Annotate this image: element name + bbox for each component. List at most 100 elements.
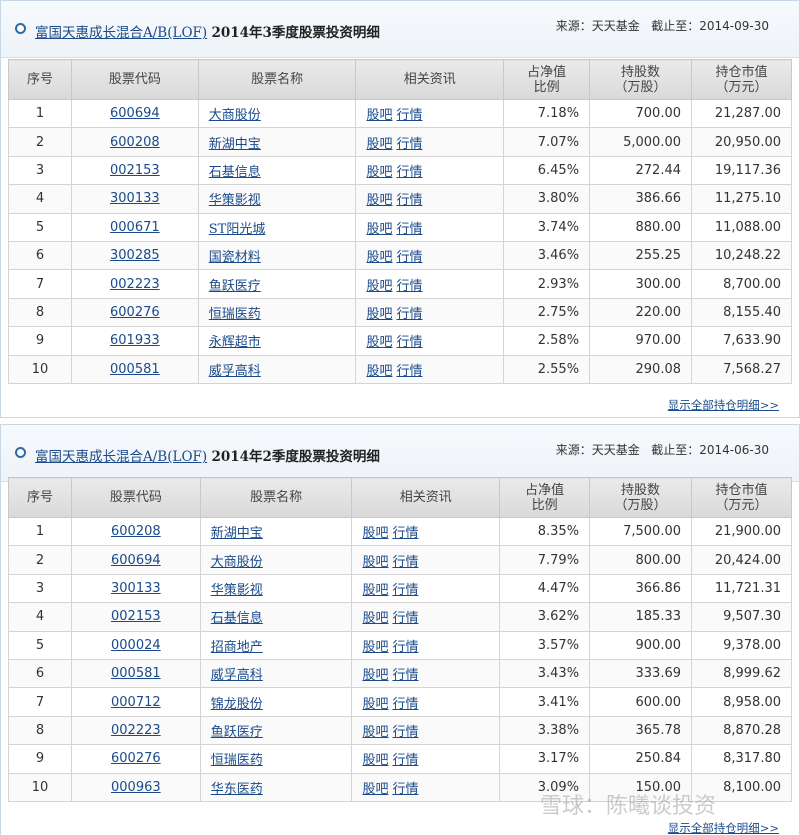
row-index: 8 (8, 715, 72, 746)
quote-link[interactable]: 行情 (396, 137, 422, 152)
col-ratio: 占净值 比例 (499, 477, 591, 518)
shares-held: 900.00 (589, 630, 692, 660)
quote-link[interactable]: 行情 (396, 108, 422, 123)
stock-code-cell: 000581 (70, 354, 199, 384)
stock-name-link[interactable]: 华策影视 (209, 193, 261, 208)
quote-link[interactable]: 行情 (392, 555, 418, 570)
forum-link[interactable]: 股吧 (366, 193, 392, 208)
panel-header: 富国天惠成长混合A/B(LOF) 2014年2季度股票投资明细 来源：天天基金 … (1, 425, 799, 482)
stock-code-link[interactable]: 601933 (110, 333, 160, 348)
forum-link[interactable]: 股吧 (366, 108, 392, 123)
stock-code-link[interactable]: 002223 (110, 277, 160, 292)
forum-link[interactable]: 股吧 (366, 364, 392, 379)
stock-code-link[interactable]: 300285 (110, 248, 160, 263)
stock-name-link[interactable]: ST阳光城 (209, 222, 266, 237)
stock-code-link[interactable]: 000024 (111, 638, 161, 653)
panel-title: 富国天惠成长混合A/B(LOF) 2014年3季度股票投资明细 (35, 21, 380, 41)
forum-link[interactable]: 股吧 (362, 725, 388, 740)
stock-name-cell: 石基信息 (197, 155, 357, 186)
stock-name-link[interactable]: 石基信息 (211, 611, 263, 626)
stock-code-link[interactable]: 002153 (110, 163, 160, 178)
quote-link[interactable]: 行情 (392, 668, 418, 683)
fund-name-link[interactable]: 富国天惠成长混合A/B(LOF) (35, 25, 207, 41)
show-all-holdings-link[interactable]: 显示全部持仓明细>> (668, 820, 779, 836)
stock-code-link[interactable]: 000581 (111, 666, 161, 681)
shares-held: 220.00 (589, 297, 692, 328)
quote-link[interactable]: 行情 (392, 753, 418, 768)
quote-link[interactable]: 行情 (396, 250, 422, 265)
quote-link[interactable]: 行情 (392, 725, 418, 740)
stock-code-link[interactable]: 600276 (111, 751, 161, 766)
quote-link[interactable]: 行情 (396, 222, 422, 237)
holdings-panel-q3: 富国天惠成长混合A/B(LOF) 2014年3季度股票投资明细 来源：天天基金 … (0, 0, 800, 418)
col-value-line2: （万元） (715, 497, 768, 513)
stock-code-link[interactable]: 600276 (110, 305, 160, 320)
source-value: 天天基金 (591, 19, 640, 33)
forum-link[interactable]: 股吧 (366, 307, 392, 322)
quote-link[interactable]: 行情 (392, 697, 418, 712)
stock-name-link[interactable]: 石基信息 (209, 165, 261, 180)
stock-name-link[interactable]: 新湖中宝 (209, 137, 261, 152)
forum-link[interactable]: 股吧 (362, 583, 388, 598)
stock-code-cell: 300285 (70, 240, 199, 271)
stock-code-link[interactable]: 300133 (110, 191, 160, 206)
net-value-ratio: 8.35% (499, 516, 591, 547)
stock-code-link[interactable]: 300133 (111, 581, 161, 596)
forum-link[interactable]: 股吧 (366, 335, 392, 350)
forum-link[interactable]: 股吧 (362, 753, 388, 768)
quote-link[interactable]: 行情 (392, 782, 418, 797)
stock-code-link[interactable]: 600694 (110, 106, 160, 121)
quote-link[interactable]: 行情 (392, 640, 418, 655)
forum-link[interactable]: 股吧 (362, 668, 388, 683)
quote-link[interactable]: 行情 (396, 279, 422, 294)
forum-link[interactable]: 股吧 (366, 165, 392, 180)
stock-name-link[interactable]: 国瓷材料 (209, 250, 261, 265)
stock-name-link[interactable]: 永辉超市 (209, 335, 261, 350)
stock-name-link[interactable]: 鱼跃医疗 (209, 279, 261, 294)
stock-code-link[interactable]: 000671 (110, 220, 160, 235)
stock-name-link[interactable]: 招商地产 (211, 640, 263, 655)
stock-name-link[interactable]: 新湖中宝 (211, 526, 263, 541)
quote-link[interactable]: 行情 (396, 307, 422, 322)
stock-code-link[interactable]: 002153 (111, 609, 161, 624)
stock-code-link[interactable]: 600208 (110, 135, 160, 150)
stock-code-link[interactable]: 600694 (111, 553, 161, 568)
stock-name-link[interactable]: 大商股份 (211, 555, 263, 570)
forum-link[interactable]: 股吧 (362, 697, 388, 712)
stock-code-link[interactable]: 600208 (111, 524, 161, 539)
stock-code-link[interactable]: 000963 (111, 780, 161, 795)
row-index: 3 (8, 573, 72, 604)
stock-name-link[interactable]: 华策影视 (211, 583, 263, 598)
stock-code-link[interactable]: 002223 (111, 723, 161, 738)
stock-name-link[interactable]: 威孚高科 (209, 364, 261, 379)
net-value-ratio: 7.79% (499, 545, 591, 575)
quote-link[interactable]: 行情 (392, 526, 418, 541)
forum-link[interactable]: 股吧 (362, 640, 388, 655)
stock-code-link[interactable]: 000712 (111, 695, 161, 710)
stock-name-link[interactable]: 恒瑞医药 (211, 753, 263, 768)
stock-name-link[interactable]: 鱼跃医疗 (211, 725, 263, 740)
stock-name-link[interactable]: 华东医药 (211, 782, 263, 797)
quote-link[interactable]: 行情 (396, 364, 422, 379)
forum-link[interactable]: 股吧 (366, 222, 392, 237)
forum-link[interactable]: 股吧 (362, 782, 388, 797)
quote-link[interactable]: 行情 (396, 165, 422, 180)
table-row: 9 601933 永辉超市 股吧 行情 2.58% 970.00 7,633.90 (8, 326, 792, 356)
quote-link[interactable]: 行情 (392, 611, 418, 626)
stock-name-link[interactable]: 大商股份 (209, 108, 261, 123)
stock-name-link[interactable]: 恒瑞医药 (209, 307, 261, 322)
quote-link[interactable]: 行情 (396, 193, 422, 208)
forum-link[interactable]: 股吧 (362, 555, 388, 570)
forum-link[interactable]: 股吧 (362, 526, 388, 541)
stock-name-link[interactable]: 锦龙股份 (211, 697, 263, 712)
forum-link[interactable]: 股吧 (366, 279, 392, 294)
fund-name-link[interactable]: 富国天惠成长混合A/B(LOF) (35, 449, 207, 465)
forum-link[interactable]: 股吧 (362, 611, 388, 626)
quote-link[interactable]: 行情 (396, 335, 422, 350)
stock-name-link[interactable]: 威孚高科 (211, 668, 263, 683)
stock-code-link[interactable]: 000581 (110, 362, 160, 377)
forum-link[interactable]: 股吧 (366, 250, 392, 265)
quote-link[interactable]: 行情 (392, 583, 418, 598)
forum-link[interactable]: 股吧 (366, 137, 392, 152)
show-all-holdings-link[interactable]: 显示全部持仓明细>> (668, 397, 779, 413)
